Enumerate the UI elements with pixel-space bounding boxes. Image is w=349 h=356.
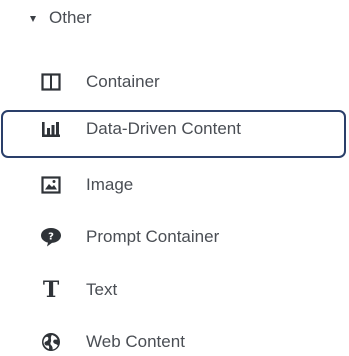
group-label: Other — [49, 8, 92, 27]
container-icon — [40, 71, 62, 93]
palette-item-label: Prompt Container — [86, 227, 220, 246]
globe-icon — [40, 331, 62, 353]
palette-item-label: Web Content — [86, 332, 185, 351]
image-icon — [40, 174, 62, 196]
prompt-bubble-icon: ? — [40, 226, 62, 248]
palette-item-text[interactable]: T Text — [0, 267, 349, 313]
palette-item-container[interactable]: Container — [0, 59, 349, 105]
palette-item-web-content[interactable]: Web Content — [0, 319, 349, 356]
text-t-icon: T — [42, 277, 60, 303]
palette-item-label: Data-Driven Content — [86, 119, 241, 138]
svg-text:?: ? — [48, 232, 54, 243]
palette-item-prompt-container[interactable]: ? Prompt Container — [0, 214, 349, 260]
palette-item-label: Text — [86, 280, 118, 299]
palette-item-label: Image — [86, 175, 134, 194]
palette-item-label: Container — [86, 72, 160, 91]
palette-item-image[interactable]: Image — [0, 162, 349, 208]
bar-chart-icon — [40, 118, 62, 140]
object-palette-panel: Other Container Data-Driven Content Imag… — [0, 0, 349, 356]
caret-down-icon[interactable] — [30, 15, 36, 22]
palette-item-data-driven-content[interactable]: Data-Driven Content — [0, 106, 349, 158]
group-header-other[interactable]: Other — [30, 6, 92, 30]
